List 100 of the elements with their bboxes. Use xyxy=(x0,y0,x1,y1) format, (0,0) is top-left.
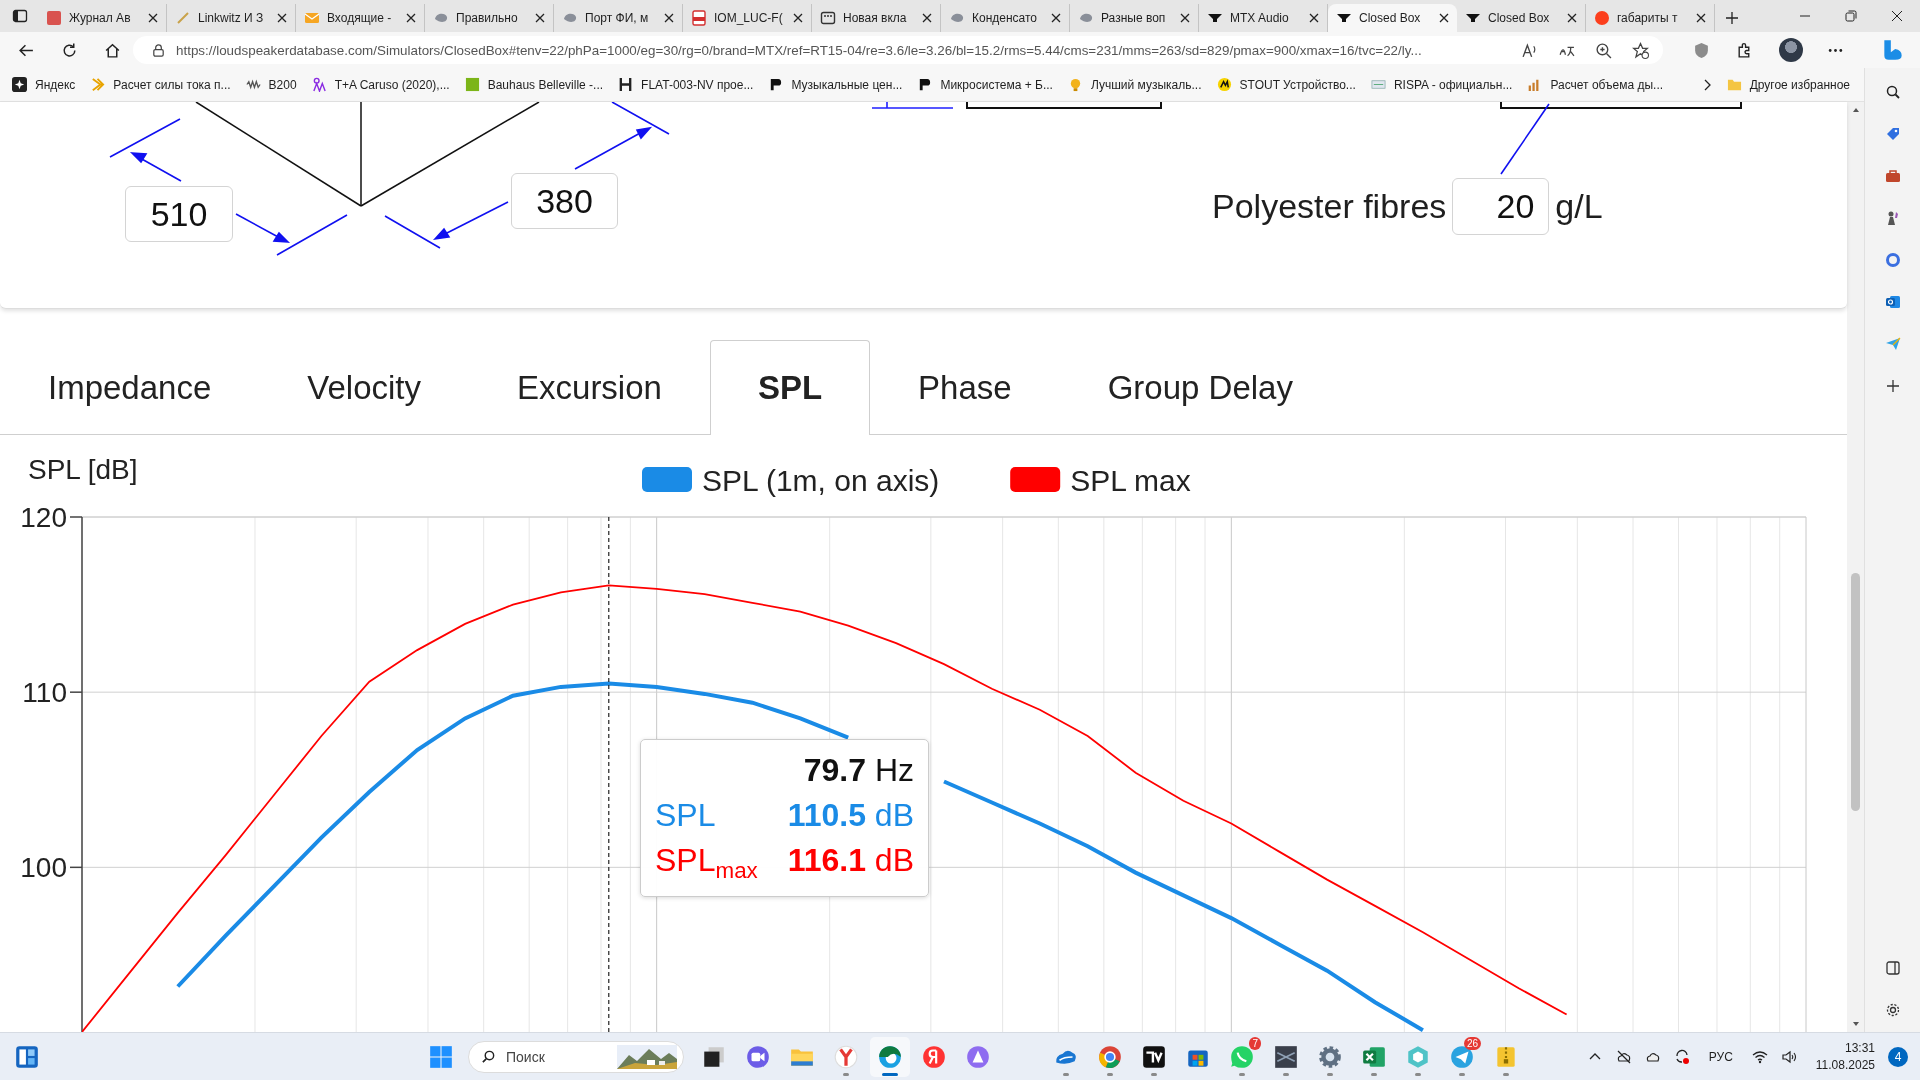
ring-icon[interactable] xyxy=(1884,252,1901,268)
search-icon[interactable] xyxy=(1884,84,1901,100)
zoom-icon[interactable] xyxy=(1595,41,1612,59)
briefcase-icon[interactable] xyxy=(1884,168,1901,184)
time-text: 13:31 xyxy=(1844,1039,1875,1057)
series-name: SPL$_{max}$ xyxy=(655,842,758,885)
close-icon[interactable] xyxy=(1309,13,1319,23)
tab-actions-icon[interactable] xyxy=(12,8,28,24)
start-icon[interactable] xyxy=(428,1043,454,1070)
close-icon[interactable] xyxy=(1180,13,1190,23)
sidebar-panel-icon[interactable] xyxy=(1884,960,1901,976)
notification-badge: 26 xyxy=(1463,1036,1481,1050)
notification-badge[interactable]: 4 xyxy=(1888,1046,1908,1067)
lock-icon[interactable] xyxy=(151,42,166,58)
close-icon[interactable] xyxy=(406,13,416,23)
bookmark-link[interactable]: Микросистема + Б... xyxy=(917,77,1053,92)
favorite-star-icon[interactable] xyxy=(1632,41,1649,59)
browser-icon xyxy=(1097,1043,1123,1070)
bookmark-link[interactable]: Музыкальные цен... xyxy=(768,77,903,92)
bookmark-link[interactable]: RISPA - официальн... xyxy=(1370,77,1513,92)
figure-icon xyxy=(311,77,327,92)
graph-tab[interactable]: Excursion xyxy=(469,340,710,434)
settings-icon[interactable] xyxy=(1884,1002,1901,1018)
profile-avatar[interactable] xyxy=(1779,38,1803,62)
leader-line xyxy=(1500,103,1550,175)
graph-tab[interactable]: Group Delay xyxy=(1059,340,1341,434)
series-value: 116.1 dB xyxy=(787,842,914,879)
document-icon xyxy=(691,10,707,26)
bookmark-link[interactable]: FLAT-003-NV прое... xyxy=(618,77,754,92)
dimension-field[interactable]: 380 xyxy=(511,173,618,229)
close-icon[interactable] xyxy=(922,13,932,23)
close-icon[interactable] xyxy=(664,13,674,23)
unit-label: g/L xyxy=(1555,187,1603,226)
tab-title: Linkwitz И З xyxy=(198,11,265,25)
browser-tab[interactable]: Closed Box xyxy=(1328,4,1457,32)
tab-title: Closed Box xyxy=(1488,11,1551,25)
legend-item[interactable]: SPL (1m, on axis) xyxy=(642,464,940,497)
sync-icon[interactable] xyxy=(1673,1048,1690,1065)
mail-app-icon[interactable] xyxy=(1884,294,1901,310)
close-icon[interactable] xyxy=(1567,13,1577,23)
close-icon[interactable] xyxy=(277,13,287,23)
date-text: 11.08.2025 xyxy=(1815,1056,1875,1074)
scrollbar-thumb[interactable] xyxy=(1851,573,1860,811)
bookmark-link[interactable]: B200 xyxy=(245,77,297,92)
bookmark-link[interactable]: Расчет силы тока п... xyxy=(90,77,231,92)
card-icon xyxy=(1370,77,1386,92)
dimension-field[interactable]: 510 xyxy=(125,186,233,242)
address-field[interactable]: https://loudspeakerdatabase.com/Simulators/ClosedBox#tenv=22/phPa=1000/eg=30/rg=0/brand=MTX/ref=RT15-04/re=3.6/le=3.26/bl=15.2/rms=5.44/cms=231/mms=263/sd=829/pmax=900/xmax=16/tvc=22/ly... xyxy=(133,36,1663,64)
bookmark-link[interactable]: Лучший музыкаль... xyxy=(1067,77,1202,92)
graph-tab[interactable]: SPL xyxy=(709,340,871,435)
bookmark-link[interactable]: Яндекс xyxy=(12,77,76,92)
bookmark-link[interactable]: Bauhaus Belleville -... xyxy=(464,77,604,92)
plus-icon[interactable] xyxy=(1884,378,1901,394)
close-icon[interactable] xyxy=(148,13,158,23)
graph-tab[interactable]: Phase xyxy=(870,340,1060,434)
language-indicator[interactable]: РУС xyxy=(1708,1049,1733,1064)
graph-tab[interactable]: Velocity xyxy=(259,340,469,434)
close-icon[interactable] xyxy=(1051,13,1061,23)
close-icon[interactable] xyxy=(793,13,803,23)
settings-icon xyxy=(1317,1043,1343,1070)
tab-title: MTX Audio xyxy=(1230,11,1290,25)
square-icon xyxy=(464,77,480,92)
square-app-icon xyxy=(1273,1043,1299,1070)
refresh-icon[interactable] xyxy=(61,41,78,59)
chart-app-icon xyxy=(1141,1043,1167,1070)
scrollbar[interactable] xyxy=(1847,102,1864,1032)
clock[interactable]: 13:31 11.08.2025 xyxy=(1815,1039,1875,1074)
taskbar-search-field[interactable]: Поиск xyxy=(468,1040,684,1073)
tab-title: габариты т xyxy=(1617,11,1679,25)
series-name: SPL xyxy=(655,797,716,834)
bookmark-link[interactable]: STOUT Устройство... xyxy=(1216,77,1356,92)
other-favorites-folder[interactable]: Другое избранное xyxy=(1726,77,1850,92)
cloud-off-icon[interactable] xyxy=(1615,1048,1632,1065)
close-icon[interactable] xyxy=(535,13,545,23)
circle-app-icon xyxy=(965,1043,991,1070)
search-icon xyxy=(481,1049,496,1064)
widgets-icon[interactable] xyxy=(14,1043,40,1070)
bookmark-link[interactable]: T+A Caruso (2020),... xyxy=(311,77,450,92)
close-icon[interactable] xyxy=(1696,13,1706,23)
bookmark-link[interactable]: Расчет объема ды... xyxy=(1527,77,1664,92)
circle-app-icon xyxy=(921,1043,947,1070)
tab-title: Разные воп xyxy=(1101,11,1167,25)
pen-icon xyxy=(175,10,191,26)
close-icon[interactable] xyxy=(1439,13,1449,23)
wave-icon xyxy=(245,77,261,92)
filling-label: Polyester fibres xyxy=(1212,187,1447,226)
legend-item[interactable]: SPL max xyxy=(1010,464,1191,497)
taskbar-app-button[interactable]: 26 xyxy=(1442,1036,1482,1077)
home-icon[interactable] xyxy=(104,41,121,59)
new-tab-icon[interactable] xyxy=(1725,11,1739,25)
volume-icon[interactable] xyxy=(1780,1048,1797,1065)
chat-icon xyxy=(1229,1043,1255,1070)
taskbar-app-button[interactable]: 7 xyxy=(1222,1036,1262,1077)
graph-tab[interactable]: Impedance xyxy=(0,340,260,434)
wifi-icon[interactable] xyxy=(1751,1048,1768,1065)
flag-icon xyxy=(768,77,784,92)
shield-icon[interactable] xyxy=(1693,41,1710,59)
read-aloud-icon[interactable] xyxy=(1521,41,1538,59)
axis-title: SPL [dB] xyxy=(28,454,138,485)
density-field[interactable]: 20 xyxy=(1452,178,1550,235)
